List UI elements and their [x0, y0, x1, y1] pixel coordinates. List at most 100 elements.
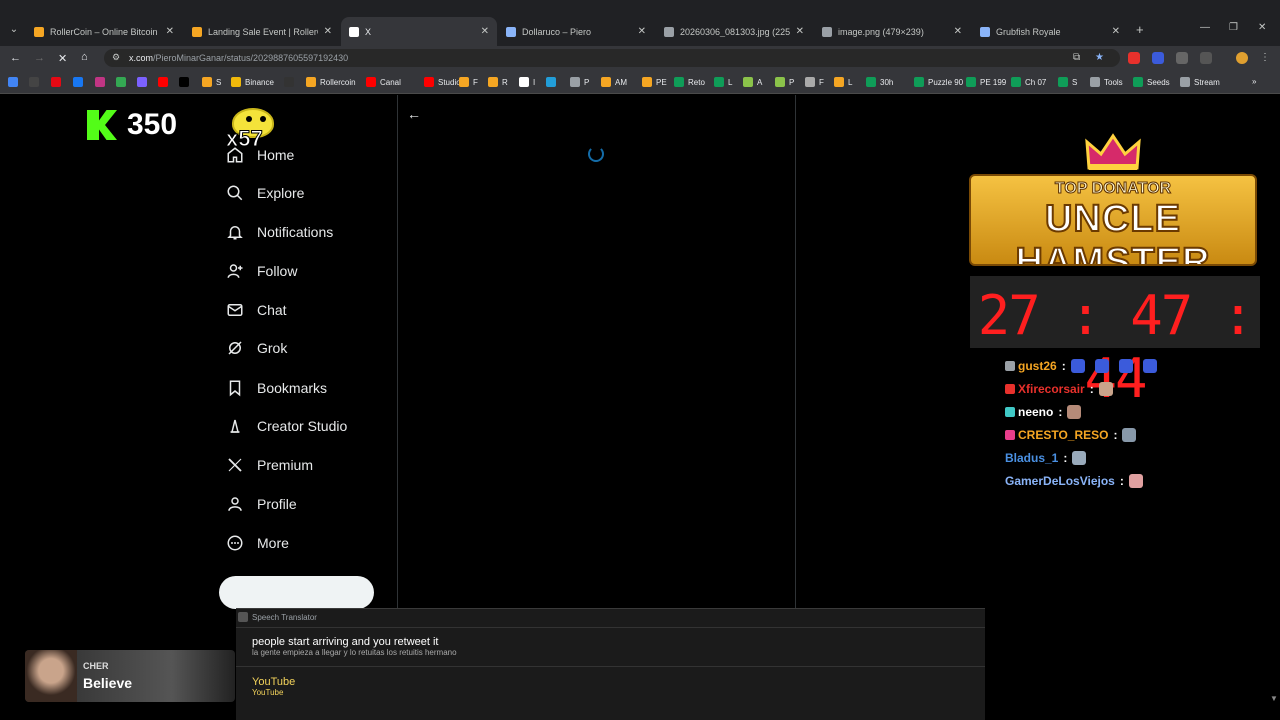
bookmark-item[interactable]: Tools [1090, 77, 1123, 87]
bookmark-item[interactable]: PE [642, 77, 667, 87]
bookmark-item[interactable] [8, 77, 22, 87]
bookmark-item[interactable]: Studio [424, 77, 461, 87]
close-window-icon[interactable]: ✕ [1258, 22, 1266, 33]
bookmark-item[interactable]: L [714, 77, 732, 87]
close-tab-icon[interactable]: ✕ [638, 26, 646, 37]
bookmark-item[interactable]: L [834, 77, 852, 87]
tab-search-chevron-icon[interactable]: ⌄ [6, 22, 22, 38]
browser-tab[interactable]: Landing Sale Event | RollerCoin ✕ [184, 17, 340, 46]
bookmark-item[interactable]: Puzzle 90 [914, 77, 963, 87]
transcript-line: YouTube [252, 676, 296, 688]
bookmark-item[interactable]: Binance [231, 77, 274, 87]
bookmark-item[interactable]: Ch 07 [1011, 77, 1046, 87]
install-app-icon[interactable]: ⧉ [1073, 52, 1080, 63]
close-tab-icon[interactable]: ✕ [796, 26, 804, 37]
back-icon[interactable]: ← [10, 52, 21, 64]
bookmark-favicon-icon [714, 77, 724, 87]
browser-menu-icon[interactable]: ⋮ [1260, 52, 1270, 63]
browser-tab[interactable]: RollerCoin – Online Bitcoin Min ✕ [26, 17, 182, 46]
new-tab-button[interactable]: + [1136, 22, 1144, 37]
nav-bookmarks[interactable]: Bookmarks [226, 377, 327, 399]
bookmark-item[interactable]: S [202, 77, 221, 87]
bookmark-item[interactable]: R [488, 77, 508, 87]
search-icon [227, 185, 243, 201]
nav-profile[interactable]: Profile [226, 493, 297, 515]
donator-card: TOP DONATOR UNCLE HAMSTER [969, 174, 1257, 266]
close-tab-icon[interactable]: ✕ [324, 26, 332, 37]
bookmark-item[interactable]: Canal [366, 77, 401, 87]
crown-icon [1085, 133, 1141, 170]
bookmark-item[interactable]: P [775, 77, 794, 87]
home-browser-icon[interactable]: ⌂ [81, 51, 88, 63]
bookmark-item[interactable]: S [1058, 77, 1077, 87]
restore-icon[interactable]: ❐ [1229, 22, 1238, 33]
close-tab-icon[interactable]: ✕ [481, 26, 489, 37]
nav-premium[interactable]: Premium [226, 454, 313, 476]
post-button[interactable] [219, 576, 374, 609]
bookmark-item[interactable] [158, 77, 172, 87]
browser-tab[interactable]: Dollaruco – Piero ✕ [498, 17, 654, 46]
bookmark-item[interactable]: Reto [674, 77, 705, 87]
minimize-icon[interactable]: — [1200, 22, 1210, 33]
bookmark-item[interactable] [73, 77, 87, 87]
nav-chat[interactable]: Chat [226, 299, 287, 321]
close-tab-icon[interactable]: ✕ [1112, 26, 1120, 37]
bookmark-star-icon[interactable]: ★ [1095, 52, 1104, 63]
bookmark-favicon-icon [642, 77, 652, 87]
bookmark-item[interactable]: F [459, 77, 478, 87]
bookmark-item[interactable] [116, 77, 130, 87]
bookmark-item[interactable]: I [519, 77, 535, 87]
url-text[interactable]: x.com/PieroMinarGanar/status/20298876055… [129, 53, 348, 63]
extension-icon-3[interactable] [1176, 52, 1188, 64]
bookmark-item[interactable]: Seeds [1133, 77, 1170, 87]
bookmarks-overflow-icon[interactable]: » [1252, 77, 1256, 86]
stop-loading-icon[interactable]: ✕ [58, 52, 67, 65]
browser-tab[interactable]: Grubfish Royale ✕ [972, 17, 1128, 46]
extension-icon-1[interactable] [1128, 52, 1140, 64]
bookmark-item[interactable] [546, 77, 560, 87]
nav-creator-studio[interactable]: Creator Studio [226, 415, 347, 437]
extension-icon-2[interactable] [1152, 52, 1164, 64]
browser-tab[interactable]: 20260306_081303.jpg (2252×4 ✕ [656, 17, 812, 46]
nav-home[interactable]: Home [226, 144, 294, 166]
bookmark-item[interactable]: 30h [866, 77, 893, 87]
bookmark-favicon-icon [743, 77, 753, 87]
bookmark-item[interactable] [137, 77, 151, 87]
bookmark-item[interactable] [51, 77, 65, 87]
nav-grok[interactable]: Grok [226, 337, 287, 359]
browser-tab[interactable]: image.png (479×239) ✕ [814, 17, 970, 46]
extensions-puzzle-icon[interactable] [1200, 52, 1212, 64]
close-tab-icon[interactable]: ✕ [954, 26, 962, 37]
bookmark-item[interactable]: P [570, 77, 589, 87]
bookmark-label: Studio [438, 77, 461, 87]
countdown-timer: 27 : 47 : 44 [970, 276, 1260, 410]
mascot-eye-icon [246, 116, 252, 122]
bookmark-item[interactable]: Stream [1180, 77, 1220, 87]
forward-icon[interactable]: → [34, 52, 45, 64]
bookmark-item[interactable]: PE 199 [966, 77, 1006, 87]
bookmark-item[interactable] [29, 77, 43, 87]
site-info-icon[interactable]: ⚙ [112, 52, 120, 63]
bookmark-item[interactable]: AM [601, 77, 627, 87]
bookmark-item[interactable] [284, 77, 298, 87]
bookmark-item[interactable] [95, 77, 109, 87]
bookmark-label: Puzzle 90 [928, 77, 964, 87]
nav-explore[interactable]: Explore [226, 182, 304, 204]
bookmark-label: Reto [688, 77, 705, 87]
browser-tab[interactable]: X ✕ [341, 17, 497, 46]
bookmark-label: S [1072, 77, 1078, 87]
mascot-eye-icon [260, 116, 266, 122]
bookmark-item[interactable]: Rollercoin [306, 77, 356, 87]
close-tab-icon[interactable]: ✕ [166, 26, 174, 37]
bookmark-item[interactable] [179, 77, 193, 87]
top-donator-overlay: TOP DONATOR UNCLE HAMSTER [969, 132, 1257, 268]
scroll-down-arrow-icon[interactable]: ▼ [1270, 694, 1278, 703]
bookmark-item[interactable]: F [805, 77, 824, 87]
nav-follow[interactable]: Follow [226, 260, 297, 282]
nav-more[interactable]: More [226, 532, 289, 554]
nav-notifications[interactable]: Notifications [226, 221, 333, 243]
bookmark-item[interactable]: A [743, 77, 762, 87]
bookmark-favicon-icon [158, 77, 168, 87]
profile-avatar[interactable] [1236, 52, 1248, 64]
back-arrow-icon[interactable]: ← [407, 106, 421, 122]
